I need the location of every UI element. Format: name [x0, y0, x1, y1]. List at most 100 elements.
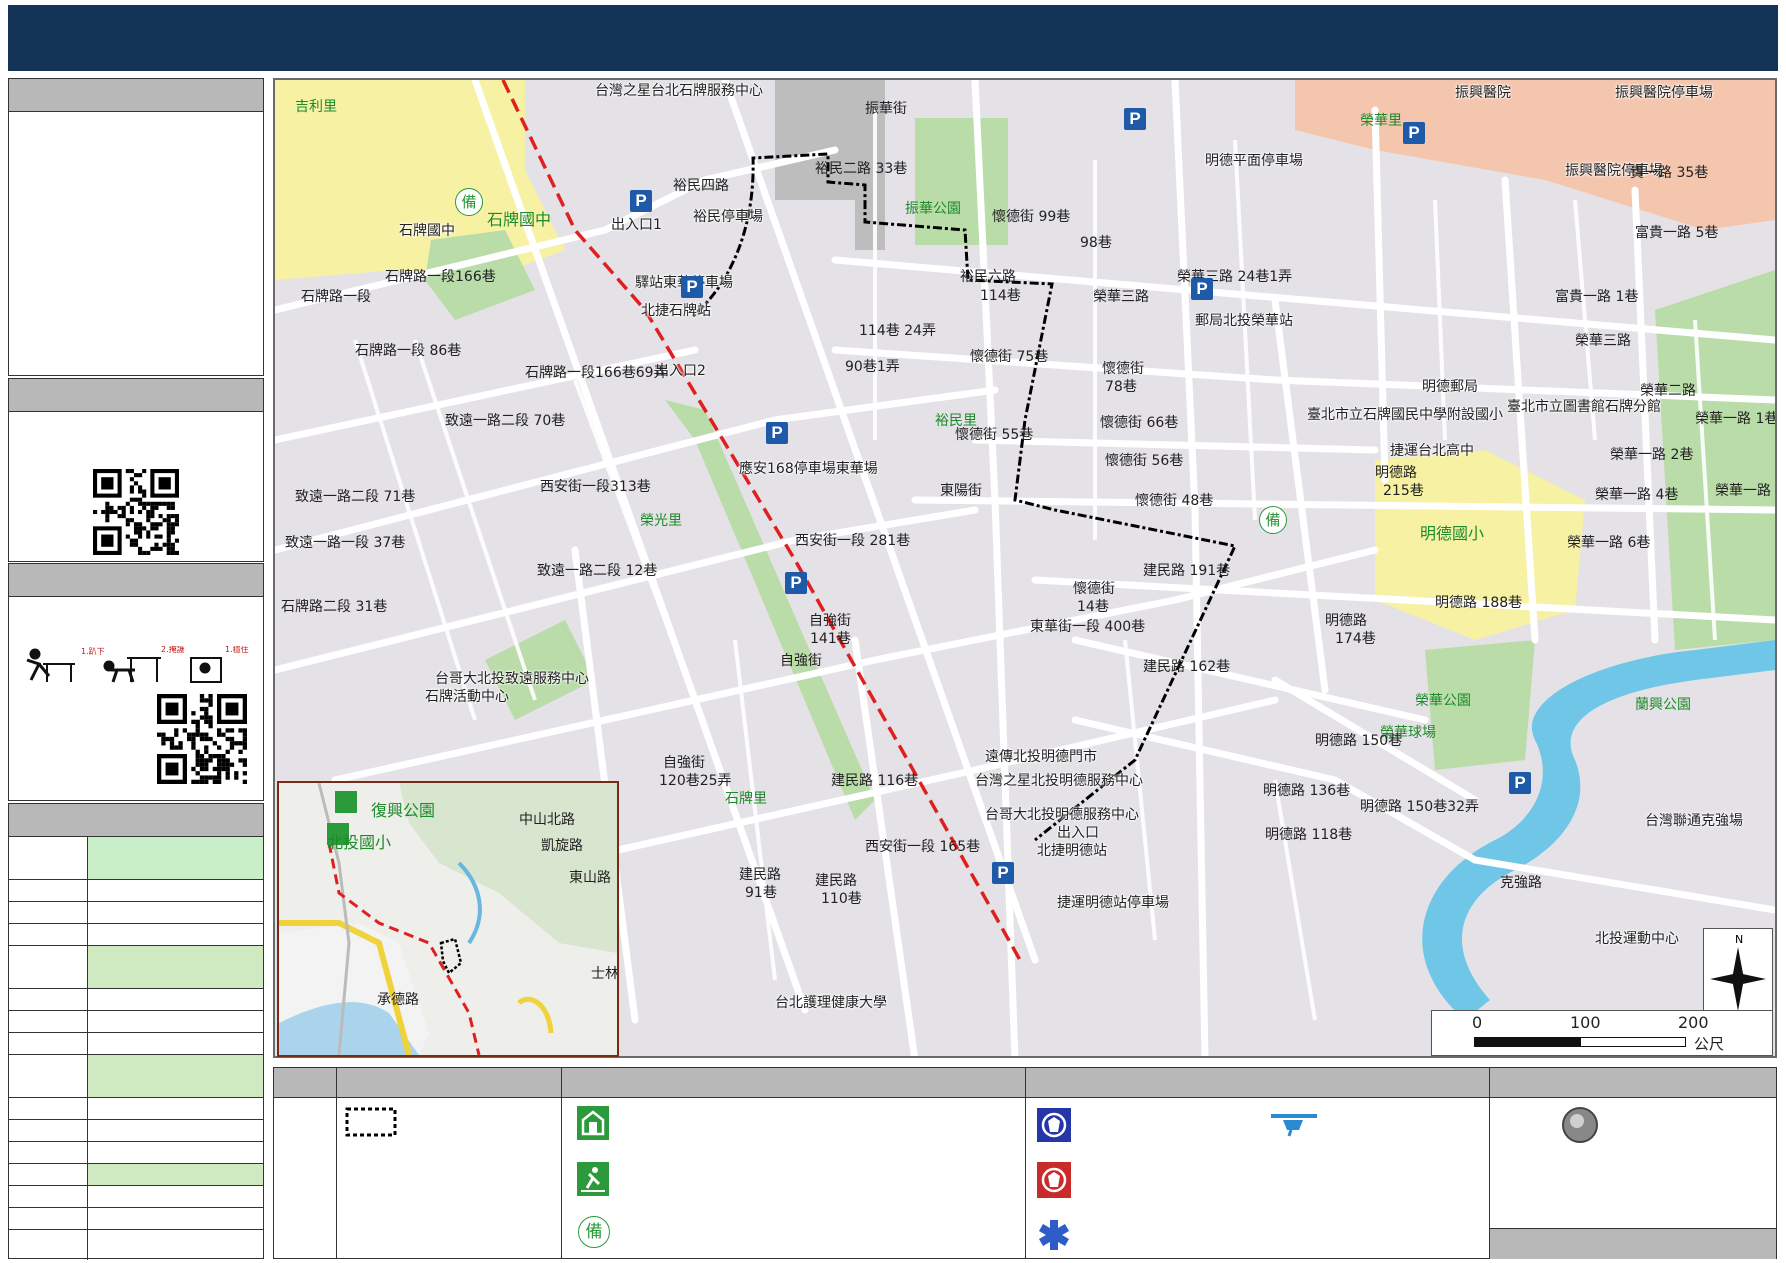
table-row: [9, 1119, 263, 1142]
map-label: 90巷1弄: [845, 359, 900, 375]
map-label: 榮華一路 1巷: [1695, 411, 1777, 427]
map-label: 明德郵局: [1422, 379, 1478, 395]
map-label: 建民路: [815, 873, 857, 889]
map-label: 台灣聯通克強場: [1645, 813, 1743, 829]
backup-shelter-map-icon[interactable]: 備: [1259, 506, 1287, 534]
map-label: 蘭興公園: [1635, 697, 1691, 713]
map-label: 富貴一路 1巷: [1555, 289, 1639, 305]
map-label: 裕民四路: [673, 178, 729, 194]
map-label: 114巷 24弄: [859, 323, 936, 339]
map-label: 致遠一路二段 70巷: [445, 413, 566, 429]
table-row: [9, 1163, 263, 1186]
table-row: [9, 1229, 263, 1260]
map-label: 臺北市立石牌國民中學附設國小: [1307, 407, 1503, 423]
map-label: 西安街一段313巷: [540, 479, 651, 495]
map-label: 貴一路 35巷: [1630, 165, 1709, 181]
parking-icon[interactable]: P: [1509, 772, 1531, 794]
inset-label: 北投國小: [327, 833, 392, 852]
map-label: 懷德街 66巷: [1100, 415, 1179, 431]
map-label: 懷德街 56巷: [1105, 453, 1184, 469]
parking-icon[interactable]: P: [785, 572, 807, 594]
parking-icon[interactable]: P: [992, 862, 1014, 884]
map-label: 91巷: [745, 885, 777, 901]
map-label: 明德路 136巷: [1263, 783, 1351, 799]
map-label: 台灣之星台北石牌服務中心: [595, 83, 763, 99]
map-label: 98巷: [1080, 235, 1112, 251]
map-label: 捷運明德站停車場: [1057, 895, 1169, 911]
map-label: 遠傳北投明德門市: [985, 749, 1097, 765]
map-label: 振華公園: [905, 201, 961, 217]
map-label: 懷德街: [1102, 361, 1144, 377]
map-label: 78巷: [1105, 379, 1137, 395]
map-label: 榮華里: [1360, 113, 1402, 129]
map-label: 致遠一路一段 37巷: [285, 535, 406, 551]
map-label: 台哥大北投致遠服務中心: [435, 671, 589, 687]
drill-panel: 1.趴下 2.掩護 1.穩住: [8, 563, 264, 801]
map-label: 東陽街: [940, 483, 982, 499]
map-label: 致遠一路二段 12巷: [537, 563, 658, 579]
locator-map[interactable]: 復興公園 北投國小 中山北路 凱旋路 東山路 承德路 士林: [277, 781, 619, 1057]
map-label: 建民路 116巷: [831, 773, 919, 789]
map-label: 應安168停車場東華場: [739, 461, 878, 477]
qr-panel-header: [9, 379, 263, 412]
table-row: [9, 901, 263, 924]
map-label: 114巷: [980, 288, 1021, 304]
parking-icon[interactable]: P: [1403, 122, 1425, 144]
scale-segment-1: [1474, 1037, 1580, 1047]
map-label: 120巷25弄: [659, 773, 732, 789]
drop-cover-hold-illustration: 1.趴下 2.掩護 1.穩住: [26, 646, 249, 683]
map-label: 北捷石牌站: [641, 303, 711, 319]
map-label: 振華街: [865, 101, 907, 117]
map-label: 明德路 188巷: [1435, 595, 1523, 611]
map-label: 榮華一路 3巷: [1715, 483, 1775, 499]
map-label: 石牌國中: [487, 210, 552, 229]
map-label: 東華街一段 400巷: [1030, 619, 1146, 635]
map-label: 懷德街 99巷: [992, 209, 1071, 225]
parking-icon[interactable]: P: [681, 276, 703, 298]
inset-label: 復興公園: [371, 801, 436, 820]
map-label: 石牌活動中心: [425, 689, 509, 705]
backup-shelter-icon: 備: [578, 1216, 610, 1248]
qr-code[interactable]: [93, 469, 179, 555]
map-label: 裕民停車場: [693, 209, 763, 225]
map-label: 石牌路一段 86巷: [355, 343, 462, 359]
parking-icon[interactable]: P: [630, 190, 652, 212]
backup-shelter-map-icon[interactable]: 備: [455, 188, 483, 216]
map-label: 懷德街 75巷: [970, 349, 1049, 365]
police-icon: [1037, 1108, 1071, 1142]
table-row: [9, 1054, 263, 1098]
north-arrow: N: [1703, 928, 1773, 1016]
map-label: 明德路 118巷: [1265, 827, 1353, 843]
parking-icon[interactable]: P: [1124, 108, 1146, 130]
north-label: N: [1735, 933, 1743, 946]
fire-station-icon: [1037, 1162, 1071, 1198]
drill-step-1: 1.趴下: [81, 647, 105, 656]
map-label: 石牌里: [725, 791, 767, 807]
map-label: 榮華三路: [1093, 289, 1149, 305]
map-label: 石牌路一段166巷: [385, 269, 496, 285]
inset-label: 東山路: [569, 870, 611, 886]
map-label: 14巷: [1077, 599, 1109, 615]
map-label: 台灣之星北投明德服務中心: [975, 773, 1143, 789]
map-label: 北捷明德站: [1037, 843, 1107, 859]
drill-qr-code[interactable]: [157, 694, 247, 784]
gathering-point-icon: [1562, 1107, 1598, 1143]
map-label: 台北護理健康大學: [775, 995, 887, 1011]
map-label: 明德路: [1325, 613, 1367, 629]
table-row: [9, 879, 263, 902]
info-panel-header: [9, 79, 263, 112]
parking-icon[interactable]: P: [1191, 278, 1213, 300]
map-label: 懷德街 48巷: [1135, 493, 1214, 509]
map-label: 北投運動中心: [1595, 931, 1679, 947]
map-label: 懷德街 55巷: [955, 427, 1034, 443]
scale-label-0: 0: [1472, 1013, 1483, 1032]
map-label: 吉利里: [295, 99, 337, 115]
map-label: 榮華三路: [1575, 333, 1631, 349]
parking-icon[interactable]: P: [766, 422, 788, 444]
boundary-legend-icon: [345, 1107, 397, 1137]
map-label: 榮華一路 4巷: [1595, 487, 1679, 503]
map-label: 自強街: [809, 613, 851, 629]
table-row: [9, 1207, 263, 1230]
inset-label: 士林: [591, 966, 619, 982]
legend-footer-bar: [1490, 1228, 1776, 1259]
